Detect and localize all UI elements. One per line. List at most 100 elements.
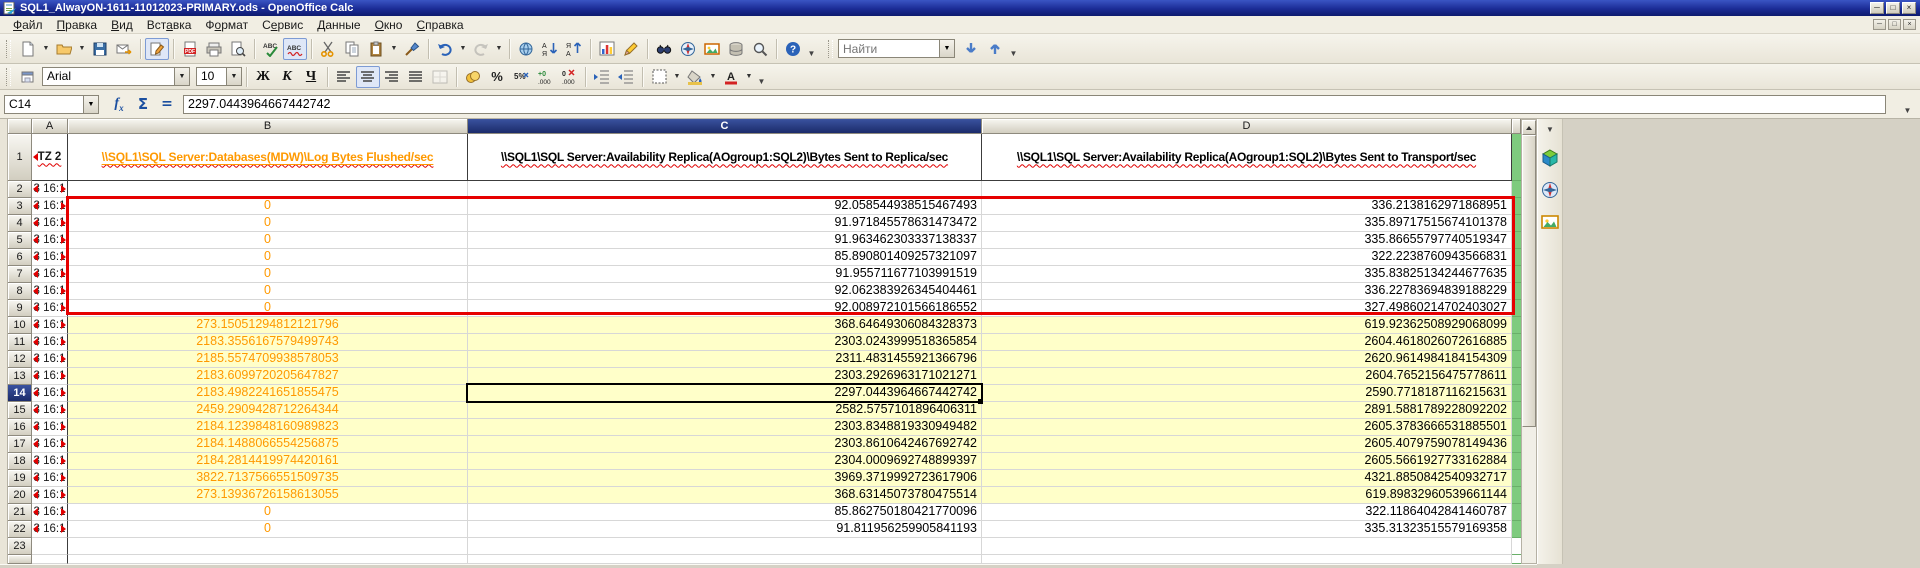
cell-E22[interactable] [1512,521,1521,538]
function-icon[interactable]: = [155,94,179,114]
cell-C20[interactable]: 368.63145073780475514 [468,487,982,504]
font-color-dropdown-icon[interactable]: ▼ [743,66,755,88]
cell-D23[interactable] [982,538,1512,555]
cell-D2[interactable] [982,181,1512,198]
menu-item-Вставка[interactable]: Вставка [140,17,199,33]
cell-A10[interactable]: 3 16:1 [32,317,68,334]
cell-C3[interactable]: 92.058544938515467493 [468,198,982,215]
cell-A19[interactable]: 3 16:1 [32,470,68,487]
find-next-icon[interactable] [959,38,983,60]
select-all-corner[interactable] [8,119,32,134]
cell-C2[interactable] [468,181,982,198]
redo-dropdown-icon[interactable]: ▼ [493,38,505,60]
active-cell-cursor[interactable] [466,383,983,403]
cell-B14[interactable]: 2183.4982241651855475 [68,385,468,402]
cell-C23[interactable] [468,538,982,555]
row-header-5[interactable]: 5 [8,232,32,249]
menu-item-Вид[interactable]: Вид [104,17,140,33]
row-header-1[interactable]: 1 [8,134,32,181]
cell-E4[interactable] [1512,215,1521,232]
find-replace-icon[interactable] [652,38,676,60]
cut-icon[interactable] [316,38,340,60]
cell-E7[interactable] [1512,266,1521,283]
scrollbar-thumb[interactable] [1522,135,1536,427]
cell-B16[interactable]: 2184.1239848160989823 [68,419,468,436]
menu-item-Справка[interactable]: Справка [409,17,470,33]
cell-B10[interactable]: 273.15051294812121796 [68,317,468,334]
cell-A22[interactable]: 3 16:1 [32,521,68,538]
row-header-3[interactable]: 3 [8,198,32,215]
doc-restore-button[interactable]: □ [1888,19,1901,30]
row-header-23[interactable]: 23 [8,538,32,555]
open-icon[interactable] [52,38,76,60]
cell-C8[interactable]: 92.062383926345404461 [468,283,982,300]
cell-A15[interactable]: 3 16:1 [32,402,68,419]
cell-C7[interactable]: 91.955711677103991519 [468,266,982,283]
cell-C11[interactable]: 2303.0243999518365854 [468,334,982,351]
cell-E21[interactable] [1512,504,1521,521]
cell-A18[interactable]: 3 16:1 [32,453,68,470]
cell-B9[interactable]: 0 [68,300,468,317]
draw-functions-icon[interactable] [619,38,643,60]
cell-D6[interactable]: 322.2238760943566831 [982,249,1512,266]
close-button[interactable]: × [1902,2,1916,14]
row-header-15[interactable]: 15 [8,402,32,419]
cell-E9[interactable] [1512,300,1521,317]
help-icon[interactable]: ? [781,38,805,60]
cell-D19[interactable]: 4321.8850842540932717 [982,470,1512,487]
formula-input[interactable] [183,94,1886,114]
cell-B21[interactable]: 0 [68,504,468,521]
cell-D13[interactable]: 2604.7652156475778611 [982,368,1512,385]
toolbar-handle[interactable] [6,67,11,86]
minimize-button[interactable]: ─ [1870,2,1884,14]
cell-B13[interactable]: 2183.6099720205647827 [68,368,468,385]
menu-item-Окно[interactable]: Окно [368,17,410,33]
cell-D12[interactable]: 2620.9614984184154309 [982,351,1512,368]
bold-icon[interactable]: Ж [251,66,275,88]
background-color-dropdown-icon[interactable]: ▼ [707,66,719,88]
doc-minimize-button[interactable]: ─ [1873,19,1886,30]
row-header-9[interactable]: 9 [8,300,32,317]
cell-C12[interactable]: 2311.4831455921366796 [468,351,982,368]
sum-icon[interactable]: Σ [131,94,155,114]
format-paintbrush-icon[interactable] [400,38,424,60]
cell-E2[interactable] [1512,181,1521,198]
percent-format-icon[interactable]: % [485,66,509,88]
cell-A11[interactable]: 3 16:1 [32,334,68,351]
column-header-B[interactable]: B [68,119,468,134]
menu-item-Файл[interactable]: Файл [6,17,50,33]
increase-indent-icon[interactable] [614,66,638,88]
cell-C17[interactable]: 2303.8610642467692742 [468,436,982,453]
sort-descending-icon[interactable]: ЯА [562,38,586,60]
find-previous-icon[interactable] [983,38,1007,60]
font-name-dropdown-icon[interactable]: ▼ [174,67,190,86]
italic-icon[interactable]: К [275,66,299,88]
cell-D3[interactable]: 336.2138162971868951 [982,198,1512,215]
row-header-8[interactable]: 8 [8,283,32,300]
cell-B8[interactable]: 0 [68,283,468,300]
menu-item-Данные[interactable]: Данные [310,17,367,33]
find-input[interactable] [838,39,939,58]
auto-spellcheck-icon[interactable]: ABC [283,37,307,60]
styles-icon[interactable] [16,66,40,88]
cell-D4[interactable]: 335.89717515674101378 [982,215,1512,232]
sort-ascending-icon[interactable]: АЯ [538,38,562,60]
menu-item-Сервис[interactable]: Сервис [255,17,310,33]
cell-D10[interactable]: 619.92362508929068099 [982,317,1512,334]
column-header-E-stub[interactable] [1512,119,1521,134]
find-toolbar-options-icon[interactable]: ▼ [1007,38,1020,60]
cell-B20[interactable]: 273.13936726158613055 [68,487,468,504]
cell-A8[interactable]: 3 16:1 [32,283,68,300]
cell-A2[interactable]: 3 16:1 [32,181,68,198]
row-header-7[interactable]: 7 [8,266,32,283]
cell-E20[interactable] [1512,487,1521,504]
cell-B2[interactable] [68,181,468,198]
cell-A7[interactable]: 3 16:1 [32,266,68,283]
cell-C4[interactable]: 91.971845578631473472 [468,215,982,232]
cell-C16[interactable]: 2303.8348819330949482 [468,419,982,436]
cell-E1[interactable] [1512,134,1521,181]
cell-E15[interactable] [1512,402,1521,419]
find-toolbar-handle[interactable] [828,39,833,58]
open-dropdown-icon[interactable]: ▼ [76,38,88,60]
cell-E11[interactable] [1512,334,1521,351]
